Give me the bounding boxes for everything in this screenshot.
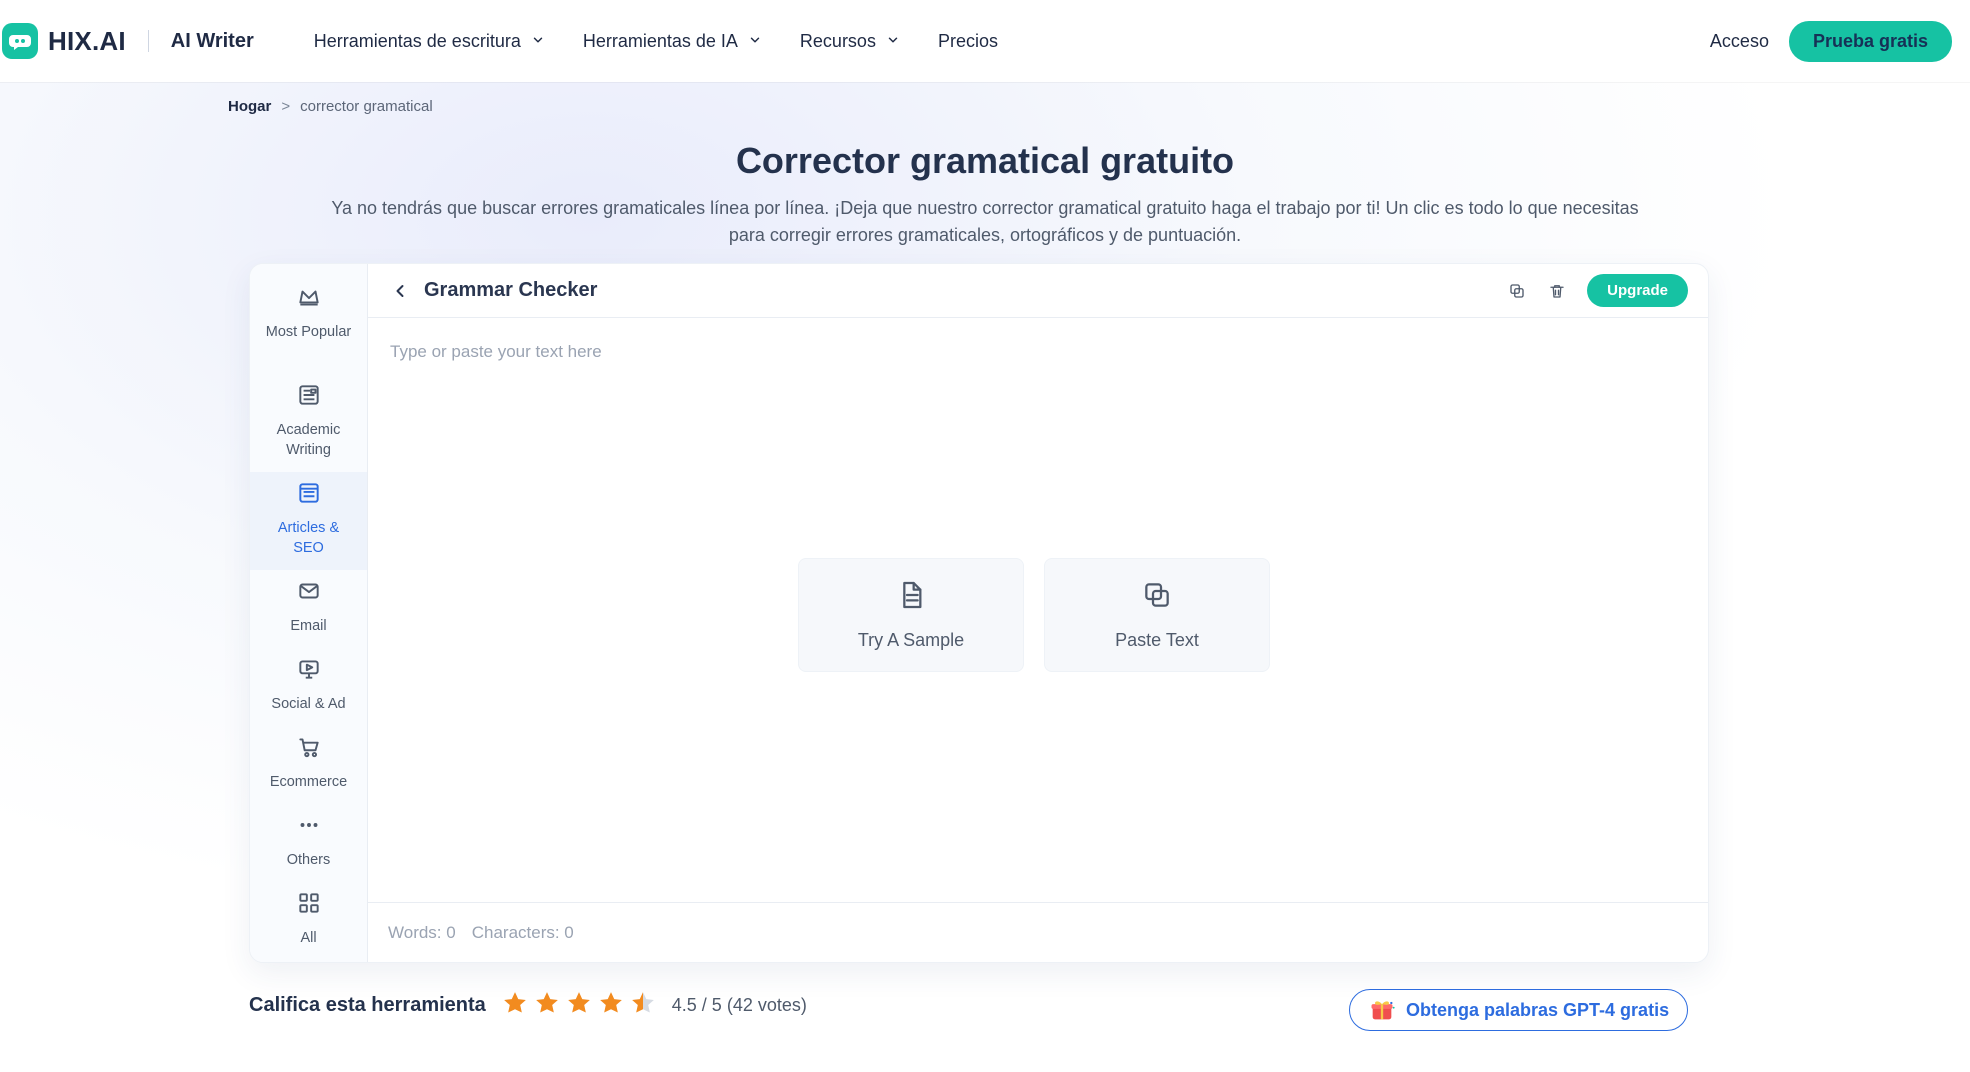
brand-name: HIX.AI <box>48 25 126 56</box>
back-icon[interactable] <box>390 281 410 301</box>
gpt4-promo-label: Obtenga palabras GPT-4 gratis <box>1406 999 1670 1020</box>
header-actions: Acceso Prueba gratis <box>1710 20 1952 62</box>
nav-resources[interactable]: Recursos <box>800 31 900 52</box>
star-icon[interactable] <box>566 990 592 1021</box>
nav-label: Herramientas de escritura <box>313 30 521 51</box>
sidebar-item-social-ad[interactable]: Social & Ad <box>250 648 367 726</box>
copy-icon[interactable] <box>1507 281 1527 301</box>
grammar-checker-tool: Most Popular Academic Writing Articles &… <box>249 263 1709 963</box>
sidebar-item-email[interactable]: Email <box>250 570 367 648</box>
sidebar-item-academic-writing[interactable]: Academic Writing <box>250 374 367 472</box>
paste-text-label: Paste Text <box>1115 630 1199 650</box>
page-title: Corrector gramatical gratuito <box>735 140 1235 181</box>
brand-logo-icon <box>2 23 38 59</box>
sidebar-label: Academic Writing <box>276 422 341 458</box>
tool-sidebar: Most Popular Academic Writing Articles &… <box>250 264 368 962</box>
try-sample-label: Try A Sample <box>857 630 965 650</box>
rating-row: Califica esta herramienta 4.5 / 5 (42 vo… <box>249 990 807 1021</box>
sidebar-label: Others <box>286 852 331 868</box>
nav-pricing[interactable]: Precios <box>938 31 998 52</box>
tool-header-actions: Upgrade <box>1507 274 1688 307</box>
try-sample-button[interactable]: Try A Sample <box>798 558 1024 672</box>
tool-footer: Words: 0 Characters: 0 <box>368 902 1708 962</box>
sidebar-item-most-popular[interactable]: Most Popular <box>250 276 367 374</box>
nav-label: Recursos <box>799 30 876 51</box>
paste-text-button[interactable]: Paste Text <box>1044 558 1270 672</box>
sidebar-label: Email <box>290 618 327 634</box>
crown-icon <box>296 284 322 316</box>
cart-icon <box>296 734 322 766</box>
tool-main: Grammar Checker Upgrade Type or paste yo… <box>368 264 1708 962</box>
paste-icon <box>1141 579 1173 616</box>
free-trial-button[interactable]: Prueba gratis <box>1788 20 1952 62</box>
main-nav: Herramientas de escritura Herramientas d… <box>314 31 998 52</box>
nav-writing-tools[interactable]: Herramientas de escritura <box>314 31 545 52</box>
grid-icon <box>296 890 322 922</box>
word-count: Words: 0 <box>388 922 456 942</box>
star-icon[interactable] <box>534 990 560 1021</box>
document-icon <box>895 579 927 616</box>
character-count: Characters: 0 <box>471 922 574 942</box>
sidebar-item-others[interactable]: Others <box>250 804 367 882</box>
upgrade-button[interactable]: Upgrade <box>1587 274 1688 307</box>
chevron-down-icon <box>886 31 900 52</box>
social-icon <box>296 656 322 688</box>
top-navigation: HIX.AI AI Writer Herramientas de escritu… <box>0 0 1970 82</box>
breadcrumb-current: corrector gramatical <box>300 98 433 115</box>
sidebar-item-ecommerce[interactable]: Ecommerce <box>250 726 367 804</box>
ellipsis-icon <box>296 812 322 844</box>
star-icon[interactable] <box>598 990 624 1021</box>
brand[interactable]: HIX.AI AI Writer <box>2 23 254 59</box>
sidebar-item-all[interactable]: All <box>250 882 367 960</box>
nav-label: Precios <box>937 30 998 51</box>
page-subtitle: Ya no tendrás que buscar errores gramati… <box>331 198 1639 245</box>
academic-icon <box>296 382 322 414</box>
product-name: AI Writer <box>170 29 254 52</box>
nav-label: Herramientas de IA <box>582 30 738 51</box>
star-half-icon[interactable] <box>630 990 656 1021</box>
tool-header: Grammar Checker Upgrade <box>368 264 1708 318</box>
sidebar-label: Articles & SEO <box>277 520 340 556</box>
breadcrumb-home[interactable]: Hogar <box>228 98 271 115</box>
rating-text: 4.5 / 5 (42 votes) <box>671 995 807 1015</box>
brand-separator <box>147 30 149 52</box>
articles-icon <box>296 480 322 512</box>
sidebar-item-articles-seo[interactable]: Articles & SEO <box>250 472 367 570</box>
sidebar-label: All <box>300 930 317 946</box>
editor-actions: Try A Sample Paste Text <box>798 558 1270 672</box>
rating-title: Califica esta herramienta <box>249 994 486 1016</box>
sidebar-label: Ecommerce <box>269 774 348 790</box>
rating-stars[interactable] <box>502 990 656 1021</box>
breadcrumb-separator: > <box>281 98 291 115</box>
tool-title: Grammar Checker <box>424 279 598 301</box>
sidebar-label: Social & Ad <box>271 696 346 712</box>
chevron-down-icon <box>531 31 545 52</box>
breadcrumb: Hogar > corrector gramatical <box>228 98 433 115</box>
chevron-down-icon <box>748 31 762 52</box>
sidebar-label: Most Popular <box>265 324 352 340</box>
login-link[interactable]: Acceso <box>1710 31 1769 52</box>
email-icon <box>296 578 322 610</box>
editor-area: Try A Sample Paste Text <box>368 318 1708 902</box>
trash-icon[interactable] <box>1547 281 1567 301</box>
gift-icon <box>1368 996 1396 1024</box>
star-icon[interactable] <box>502 990 528 1021</box>
gpt4-promo-button[interactable]: Obtenga palabras GPT-4 gratis <box>1349 989 1689 1031</box>
nav-ai-tools[interactable]: Herramientas de IA <box>583 31 762 52</box>
